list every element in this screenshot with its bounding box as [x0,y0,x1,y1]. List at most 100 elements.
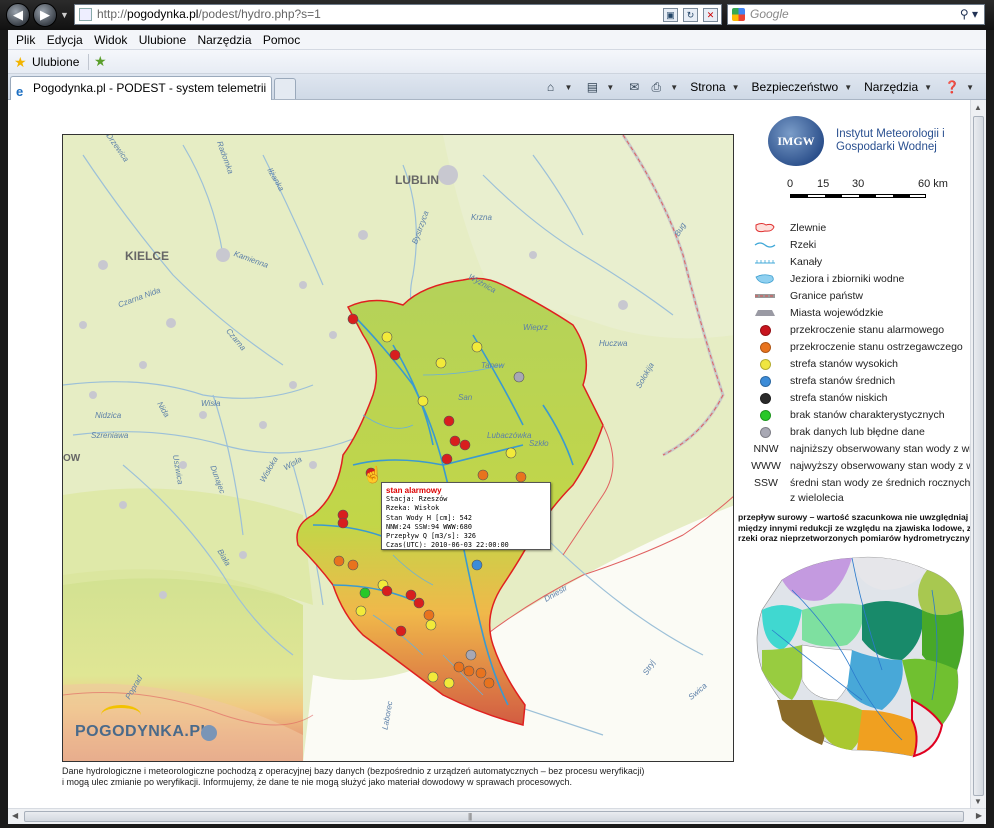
station-nodata-marker [513,371,525,383]
station-high-marker [381,331,393,343]
legend-item: przekroczenie stanu alarmowego [754,322,944,338]
feeds-icon[interactable]: ▤ [584,80,600,94]
station-alarm-marker [381,585,393,597]
hand-cursor-icon: ☝ [363,467,383,484]
page-dropdown-icon[interactable]: ▼ [732,83,740,92]
legend-abbr-item: WWW najwyższy obserwowany stan wody z wi [748,458,970,474]
no-characteristic-dot-icon [759,409,771,421]
page-menu[interactable]: Strona [690,80,725,94]
legend-label: przekroczenie stanu ostrzegawczego [790,341,963,353]
scroll-left-icon[interactable]: ◀ [12,811,18,820]
station-alarm-marker [443,415,455,427]
tooltip-levels: NNW:24 SSW:94 WWW:680 [386,522,472,531]
vertical-scroll-thumb[interactable] [973,116,984,796]
station-high-marker [425,619,437,631]
menu-widok[interactable]: Widok [94,30,127,50]
compat-view-icon[interactable]: ▣ [663,8,678,22]
hydro-map[interactable]: LUBLIN KIELCE OW Drzewica Radomka Iłżank… [62,134,734,762]
print-icon[interactable]: ⎙ [648,80,664,94]
tooltip-time: Czas(UTC): 2010-06-03 22:00:00 [386,541,509,550]
legend-abbr-item: NNW najniższy obserwowany stan wody z wi… [748,441,970,457]
back-button[interactable]: ◀ [6,3,30,27]
tooltip-river: Rzeka: Wisłok [386,504,440,513]
menu-bar: Plik Edycja Widok Ulubione Narzędzia Pom… [8,30,986,50]
vertical-scrollbar[interactable]: ▲ ▼ [970,100,986,808]
legend-label: Granice państw [790,290,863,302]
station-alarm-marker [441,453,453,465]
high-dot-icon [759,358,771,370]
imgw-logo[interactable]: IMGW [768,116,824,166]
alarm-dot-icon [759,324,771,336]
flow-note-line: przepływ surowy – wartość szacunkowa nie… [738,512,969,522]
institute-name: Instytut Meteorologii i Gospodarki Wodne… [836,128,945,153]
scroll-grip-icon: ||| [468,812,472,821]
help-dropdown-icon[interactable]: ▼ [966,83,974,92]
legend-label: Jeziora i zbiorniki wodne [790,273,905,285]
search-icon[interactable]: ⚲ ▾ [960,5,978,24]
tools-dropdown-icon[interactable]: ▼ [924,83,932,92]
imgw-badge-icon [201,725,217,741]
station-alarm-marker [395,625,407,637]
menu-pomoc[interactable]: Pomoc [263,30,300,50]
address-toolbar: ◀ ▶ ▼ http://pogodynka.pl/podest/hydro.p… [0,0,994,30]
tab-pogodynka[interactable]: e Pogodynka.pl - PODEST - system telemet… [10,76,272,100]
station-warning-marker [423,609,435,621]
station-warning-marker [483,677,495,689]
medium-dot-icon [759,375,771,387]
warning-dot-icon [759,341,771,353]
forward-button[interactable]: ▶ [33,3,57,27]
station-warning-marker [463,665,475,677]
safety-dropdown-icon[interactable]: ▼ [844,83,852,92]
scroll-up-icon[interactable]: ▲ [974,103,982,112]
horizontal-scrollbar[interactable]: ◀ ||| ▶ [8,808,986,824]
home-dropdown-icon[interactable]: ▼ [564,83,572,92]
favorites-star-icon[interactable]: ★ [14,54,27,71]
history-dropdown-icon[interactable]: ▼ [60,10,69,20]
poland-overview-map[interactable] [742,550,970,764]
feeds-dropdown-icon[interactable]: ▼ [606,83,614,92]
scale-tick: 60 km [918,178,948,190]
new-tab-button[interactable] [274,78,296,99]
mail-icon[interactable]: ✉ [626,80,642,94]
pogodynka-logo[interactable]: POGODYNKA.PL [71,703,221,753]
flow-note-line: rzeki oraz nieprzetworzonych pomiarów hy… [738,533,970,543]
print-dropdown-icon[interactable]: ▼ [670,83,678,92]
abbr-text: najwyższy obserwowany stan wody z wi [790,460,970,472]
tools-menu[interactable]: Narzędzia [864,80,918,94]
logo-text: POGODYNKA.PL [75,723,211,740]
river-symbol-icon [754,239,776,251]
menu-ulubione[interactable]: Ulubione [139,30,186,50]
search-placeholder: Google [750,7,789,21]
horizontal-scroll-thumb[interactable] [24,811,964,822]
legend-label: przekroczenie stanu alarmowego [790,324,945,336]
menu-plik[interactable]: Plik [16,30,35,50]
scale-bar-graphic [790,194,926,198]
scroll-down-icon[interactable]: ▼ [974,797,982,806]
scroll-right-icon[interactable]: ▶ [976,811,982,820]
google-icon [732,8,745,21]
legend-label: strefa stanów niskich [790,392,888,404]
scale-tick: 0 [787,178,794,190]
station-no-characteristic-marker [359,587,371,599]
legend-item: Kanały [754,254,822,270]
abbr-text: najniższy obserwowany stan wody z wie [790,443,970,455]
safety-menu[interactable]: Bezpieczeństwo [751,80,838,94]
menu-edycja[interactable]: Edycja [47,30,83,50]
menu-narzedzia[interactable]: Narzędzia [197,30,251,50]
legend-label: brak stanów charakterystycznych [790,409,945,421]
legend-item: Miasta wojewódzkie [754,305,883,321]
catchment-symbol-icon [754,222,776,234]
command-bar: ⌂ ▼ ▤ ▼ ✉ ⎙ ▼ Strona ▼ Bezpieczeństwo ▼ Narzę… [542,74,980,100]
stop-icon[interactable]: ✕ [703,8,718,22]
abbr-code: SSW [754,477,778,489]
refresh-icon[interactable]: ↻ [683,8,698,22]
add-favorite-icon[interactable]: ★ [94,53,107,70]
browser-window: ◀ ▶ ▼ http://pogodynka.pl/podest/hydro.p… [0,0,994,828]
disclaimer-line: i mogą ulec zmianie po weryfikacji. Info… [62,777,573,787]
station-markers[interactable] [63,135,734,762]
home-icon[interactable]: ⌂ [542,80,558,94]
favorites-button[interactable]: Ulubione [32,55,79,69]
search-input[interactable]: Google ⚲ ▾ [727,4,985,25]
help-icon[interactable]: ❓ [944,80,960,94]
address-input[interactable]: http://pogodynka.pl/podest/hydro.php?s=1… [74,4,722,25]
